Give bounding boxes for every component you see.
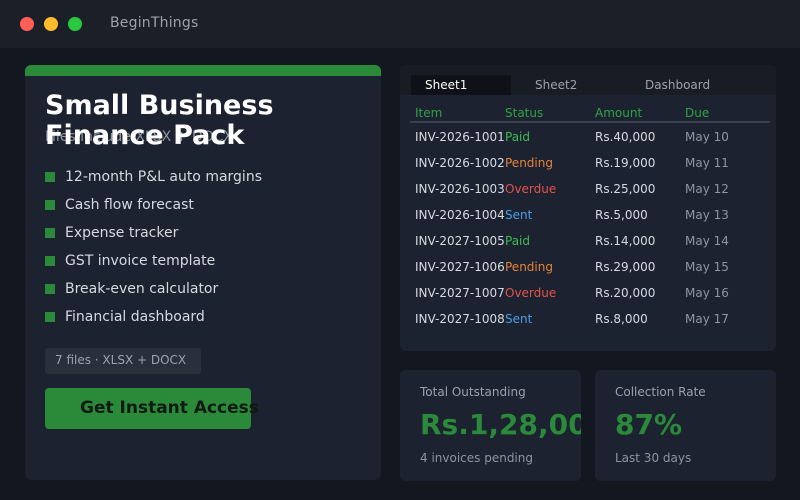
cell-amount: Rs.20,000 <box>595 286 656 300</box>
sheet-tab-bar: Sheet1 Sheet2 Dashboard <box>400 65 776 95</box>
cell-amount: Rs.29,000 <box>595 260 656 274</box>
table-row[interactable]: INV-2027-1006 Pending Rs.29,000 May 15 <box>400 255 776 281</box>
table-row[interactable]: INV-2027-1005 Paid Rs.14,000 May 14 <box>400 229 776 255</box>
table-row[interactable]: INV-2026-1004 Sent Rs.5,000 May 13 <box>400 203 776 229</box>
close-window-button[interactable] <box>20 17 34 31</box>
cell-due: May 14 <box>685 234 729 248</box>
cell-status: Pending <box>505 260 553 274</box>
cell-due: May 10 <box>685 130 729 144</box>
cell-due: May 11 <box>685 156 729 170</box>
column-header-item: Item <box>415 106 443 120</box>
table-row[interactable]: INV-2026-1002 Pending Rs.19,000 May 11 <box>400 151 776 177</box>
app-title: BeginThings <box>110 15 199 31</box>
bullet-square-icon <box>45 172 55 182</box>
stat-label: Total Outstanding <box>420 385 526 399</box>
files-badge: 7 files · XLSX + DOCX <box>45 348 201 374</box>
bullet-square-icon <box>45 228 55 238</box>
cell-status: Sent <box>505 312 533 326</box>
bullet-square-icon <box>45 200 55 210</box>
total-outstanding-card: Total Outstanding Rs.1,28,000 4 invoices… <box>400 370 581 481</box>
cell-item: INV-2026-1003 <box>415 182 505 196</box>
feature-item: Expense tracker <box>45 219 262 247</box>
stat-note: Last 30 days <box>615 451 692 465</box>
feature-text: GST invoice template <box>65 253 216 269</box>
feature-item: 12-month P&L auto margins <box>45 163 262 191</box>
cta-label: Get Instant Access <box>80 398 259 418</box>
feature-text: 12-month P&L auto margins <box>65 169 262 185</box>
table-row[interactable]: INV-2027-1007 Overdue Rs.20,000 May 16 <box>400 281 776 307</box>
cell-item: INV-2026-1002 <box>415 156 505 170</box>
bullet-square-icon <box>45 284 55 294</box>
cell-item: INV-2027-1006 <box>415 260 505 274</box>
table-row[interactable]: INV-2027-1008 Sent Rs.8,000 May 17 <box>400 307 776 333</box>
feature-text: Financial dashboard <box>65 309 205 325</box>
stat-value: Rs.1,28,000 <box>420 408 581 441</box>
feature-item: GST invoice template <box>45 247 262 275</box>
stat-note: 4 invoices pending <box>420 451 533 465</box>
cell-due: May 15 <box>685 260 729 274</box>
window-titlebar: BeginThings <box>0 0 800 48</box>
cell-item: INV-2027-1008 <box>415 312 505 326</box>
tab-sheet2[interactable]: Sheet2 <box>535 75 577 95</box>
cell-item: INV-2027-1005 <box>415 234 505 248</box>
product-card: Files include XLSX + DOCX Small Business… <box>25 65 381 480</box>
cell-amount: Rs.25,000 <box>595 182 656 196</box>
cell-due: May 13 <box>685 208 729 222</box>
cell-amount: Rs.40,000 <box>595 130 656 144</box>
cell-status: Paid <box>505 234 531 248</box>
column-header-amount: Amount <box>595 106 643 120</box>
feature-text: Break-even calculator <box>65 281 219 297</box>
cell-item: INV-2026-1004 <box>415 208 505 222</box>
feature-item: Cash flow forecast <box>45 191 262 219</box>
table-row[interactable]: INV-2026-1003 Overdue Rs.25,000 May 12 <box>400 177 776 203</box>
cell-due: May 17 <box>685 312 729 326</box>
cell-status: Overdue <box>505 182 557 196</box>
bullet-square-icon <box>45 312 55 322</box>
cell-item: INV-2026-1001 <box>415 130 505 144</box>
column-header-due: Due <box>685 106 710 120</box>
column-header-status: Status <box>505 106 544 120</box>
feature-text: Cash flow forecast <box>65 197 194 213</box>
table-row[interactable]: INV-2026-1001 Paid Rs.40,000 May 10 <box>400 125 776 151</box>
cell-due: May 12 <box>685 182 729 196</box>
cell-status: Sent <box>505 208 533 222</box>
spreadsheet-panel: Sheet1 Sheet2 Dashboard Item Status Amou… <box>400 65 776 351</box>
tab-dashboard[interactable]: Dashboard <box>645 75 710 95</box>
cell-amount: Rs.5,000 <box>595 208 648 222</box>
get-instant-access-button[interactable]: Get Instant Access <box>45 388 259 429</box>
stat-value: 87% <box>615 408 683 441</box>
cell-status: Paid <box>505 130 531 144</box>
cell-amount: Rs.8,000 <box>595 312 648 326</box>
cell-amount: Rs.19,000 <box>595 156 656 170</box>
bullet-square-icon <box>45 256 55 266</box>
accent-bar <box>25 65 381 76</box>
cell-due: May 16 <box>685 286 729 300</box>
minimize-window-button[interactable] <box>44 17 58 31</box>
cell-item: INV-2027-1007 <box>415 286 505 300</box>
table-header: Item Status Amount Due <box>410 101 770 123</box>
feature-item: Break-even calculator <box>45 275 262 303</box>
feature-list: 12-month P&L auto margins Cash flow fore… <box>45 163 262 331</box>
collection-rate-card: Collection Rate 87% Last 30 days <box>595 370 776 481</box>
cell-status: Pending <box>505 156 553 170</box>
feature-item: Financial dashboard <box>45 303 262 331</box>
cell-amount: Rs.14,000 <box>595 234 656 248</box>
product-title: Small Business Finance Pack <box>45 90 274 151</box>
maximize-window-button[interactable] <box>68 17 82 31</box>
tab-sheet1[interactable]: Sheet1 <box>411 75 511 95</box>
cell-status: Overdue <box>505 286 557 300</box>
stat-label: Collection Rate <box>615 385 706 399</box>
feature-text: Expense tracker <box>65 225 179 241</box>
